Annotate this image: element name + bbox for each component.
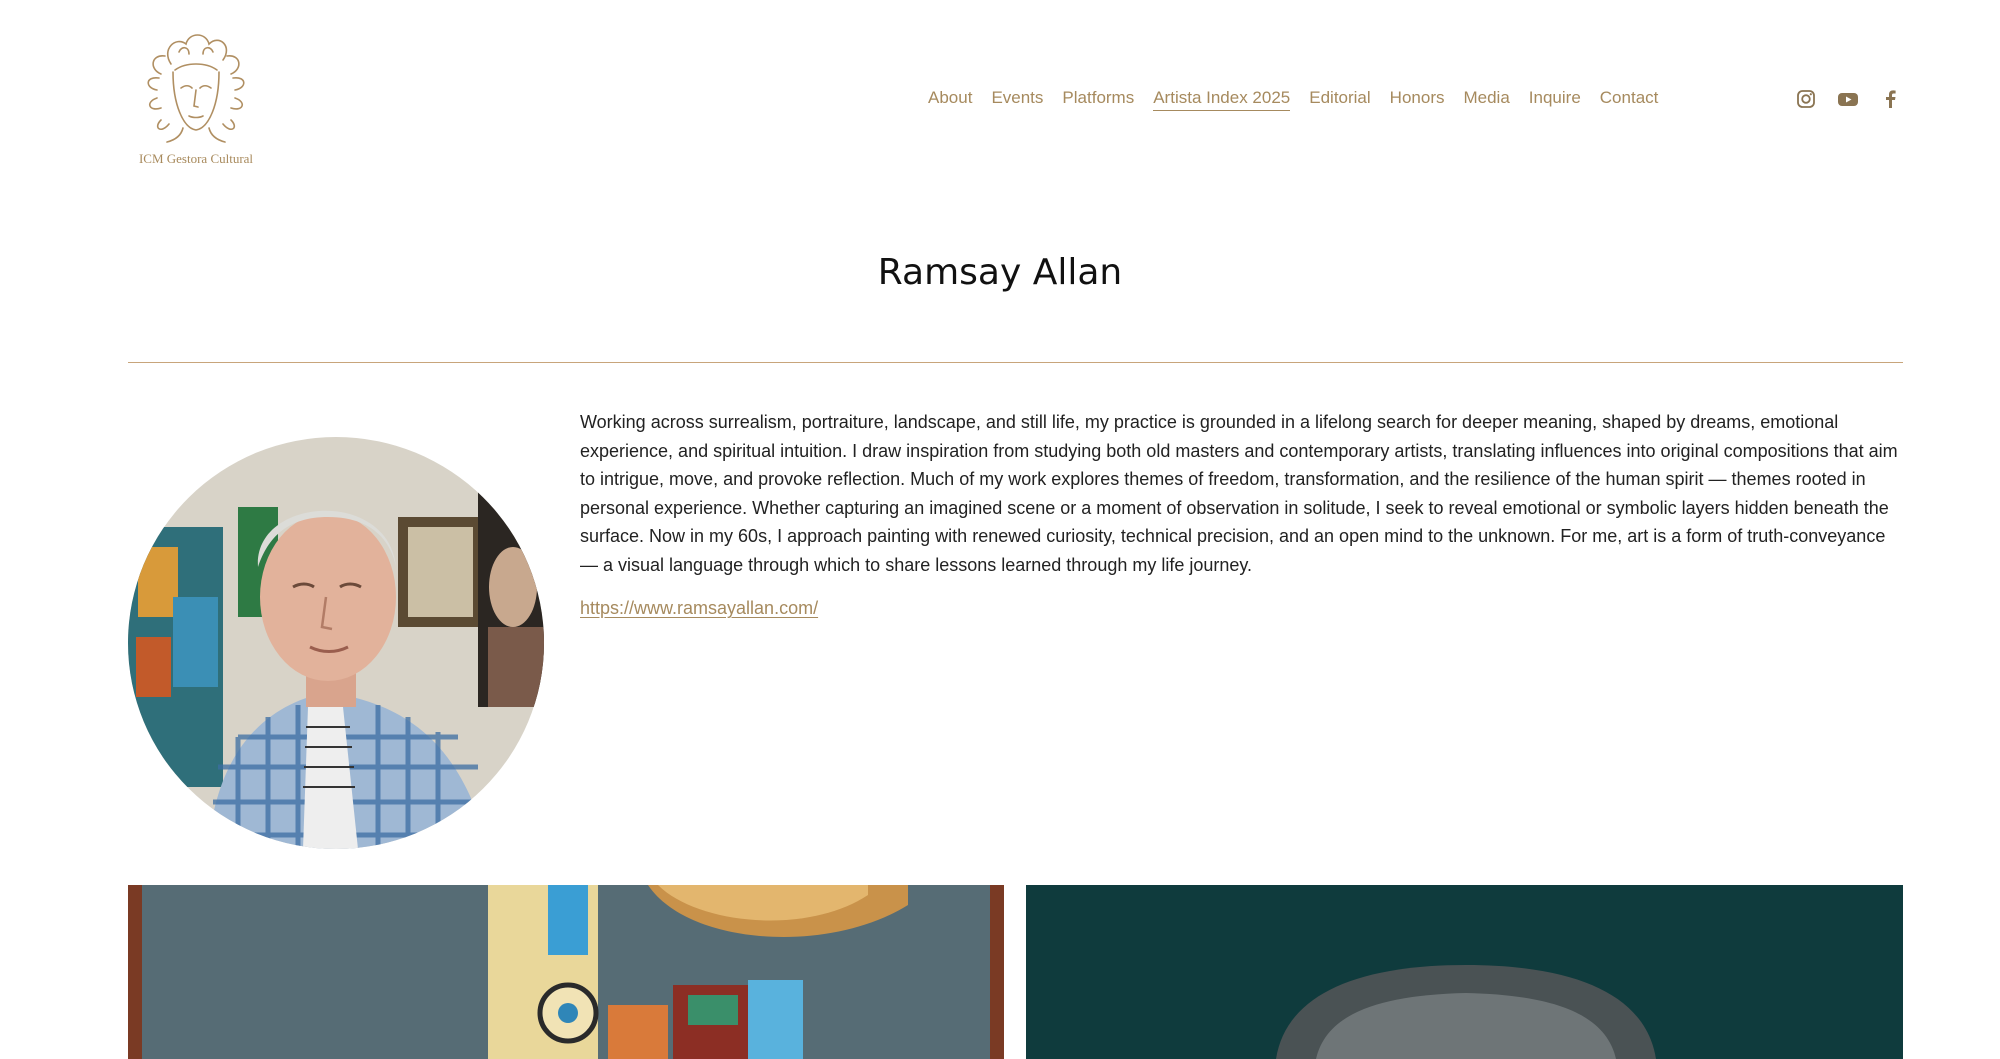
logo-text: ICM Gestora Cultural bbox=[138, 151, 254, 166]
artist-bio: Working across surrealism, portraiture, … bbox=[580, 412, 1898, 575]
artist-website-link[interactable]: https://www.ramsayallan.com/ bbox=[580, 598, 818, 619]
artwork-thumbnail[interactable] bbox=[1026, 885, 1903, 1059]
page-title: Ramsay Allan bbox=[877, 252, 1123, 293]
nav-media[interactable]: Media bbox=[1463, 88, 1509, 111]
artwork-thumbnail[interactable] bbox=[128, 885, 1004, 1059]
section-divider bbox=[128, 362, 1903, 363]
nav-about[interactable]: About bbox=[928, 88, 972, 111]
artist-portrait-photo bbox=[128, 437, 544, 849]
nav-inquire[interactable]: Inquire bbox=[1529, 88, 1581, 111]
nav-editorial[interactable]: Editorial bbox=[1309, 88, 1370, 111]
facebook-icon[interactable] bbox=[1879, 88, 1901, 110]
nav-artista-index-2025[interactable]: Artista Index 2025 bbox=[1153, 88, 1291, 111]
main-nav: About Events Platforms Artista Index 202… bbox=[928, 88, 1658, 111]
youtube-icon[interactable] bbox=[1837, 88, 1859, 110]
nav-contact[interactable]: Contact bbox=[1600, 88, 1659, 111]
social-links bbox=[1795, 88, 1901, 110]
nav-honors[interactable]: Honors bbox=[1390, 88, 1445, 111]
site-logo[interactable]: ICM Gestora Cultural bbox=[128, 24, 264, 174]
instagram-icon[interactable] bbox=[1795, 88, 1817, 110]
nav-events[interactable]: Events bbox=[991, 88, 1043, 111]
nav-platforms[interactable]: Platforms bbox=[1062, 88, 1134, 111]
medusa-logo-icon bbox=[147, 34, 245, 143]
